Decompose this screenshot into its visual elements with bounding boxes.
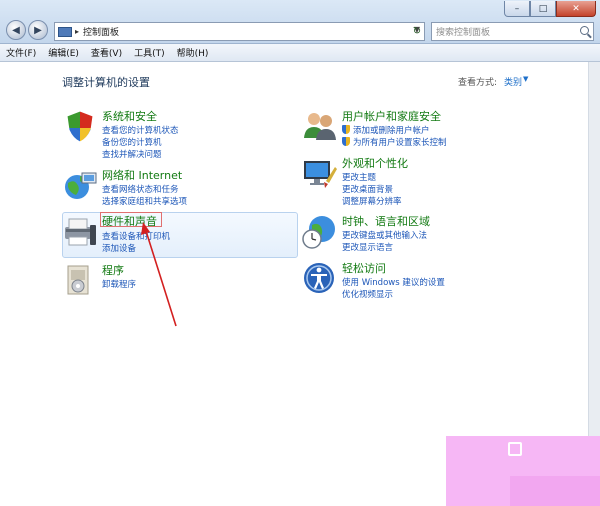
search-input[interactable]: 搜索控制面板 xyxy=(431,22,594,41)
menu-view[interactable]: 查看(V) xyxy=(91,46,122,59)
close-button[interactable]: ✕ xyxy=(556,1,596,17)
maximize-button[interactable]: □ xyxy=(530,1,556,17)
menu-tools[interactable]: 工具(T) xyxy=(134,46,165,59)
refresh-button[interactable]: ↻ xyxy=(408,23,426,39)
back-icon: ◀ xyxy=(12,24,20,36)
address-bar[interactable]: ▸ 控制面板 ▼ xyxy=(54,22,425,41)
search-icon[interactable] xyxy=(580,26,589,35)
breadcrumb-separator: ▸ xyxy=(75,27,80,36)
menu-help[interactable]: 帮助(H) xyxy=(177,46,209,59)
forward-icon: ▶ xyxy=(34,24,42,36)
watermark-overlay-strip xyxy=(510,476,600,506)
back-button[interactable]: ◀ xyxy=(6,20,26,40)
menu-edit[interactable]: 编辑(E) xyxy=(48,46,79,59)
minimize-icon: – xyxy=(514,3,520,14)
forward-button[interactable]: ▶ xyxy=(28,20,48,40)
maximize-icon: □ xyxy=(538,3,548,14)
title-bar: – □ ✕ ◀ ▶ ▸ 控制面板 ▼ ↻ 搜索控制面板 xyxy=(0,0,600,44)
control-panel-icon xyxy=(58,26,72,37)
menu-file[interactable]: 文件(F) xyxy=(6,46,36,59)
refresh-icon: ↻ xyxy=(412,25,422,37)
window-controls: – □ ✕ xyxy=(504,1,596,17)
search-placeholder: 搜索控制面板 xyxy=(436,28,491,38)
breadcrumb-control-panel[interactable]: 控制面板 xyxy=(83,25,119,38)
close-icon: ✕ xyxy=(572,3,580,14)
menu-bar: 文件(F) 编辑(E) 查看(V) 工具(T) 帮助(H) xyxy=(0,44,600,62)
watermark-logo-icon xyxy=(508,442,522,456)
minimize-button[interactable]: – xyxy=(504,1,530,17)
